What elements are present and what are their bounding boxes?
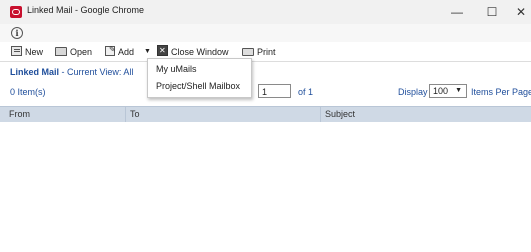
add-dropdown-arrow-icon[interactable]: ▼ <box>144 45 151 59</box>
close-window-button[interactable]: Close Window <box>157 44 229 59</box>
add-label: Add <box>118 47 135 57</box>
maximize-button[interactable]: ☐ <box>482 3 502 21</box>
items-per-page-value: 100 <box>433 86 449 96</box>
page-heading: Linked Mail - Current View: All <box>10 67 133 77</box>
add-button[interactable]: Add <box>105 43 135 59</box>
window-title: Linked Mail - Google Chrome <box>27 5 145 15</box>
new-button[interactable]: New <box>11 45 43 59</box>
menu-item-project-shell-mailbox[interactable]: Project/Shell Mailbox <box>156 79 240 93</box>
print-button[interactable]: Print <box>242 45 276 59</box>
add-document-icon <box>105 43 116 57</box>
new-document-icon <box>11 46 22 56</box>
close-window-icon <box>157 44 168 58</box>
close-window-label: Close Window <box>171 47 229 57</box>
minimize-button[interactable]: — <box>447 3 467 21</box>
open-button[interactable]: Open <box>55 45 92 59</box>
close-window-x-button[interactable]: ✕ <box>511 3 531 21</box>
grid-body <box>0 122 531 252</box>
printer-icon <box>242 48 254 56</box>
column-header-from[interactable]: From <box>5 107 125 122</box>
page-title: Linked Mail <box>10 67 60 77</box>
items-per-page-select[interactable]: 100 ▼ <box>429 84 467 98</box>
menu-item-my-umails[interactable]: My uMails <box>156 62 197 76</box>
add-dropdown-menu: My uMails Project/Shell Mailbox <box>147 58 252 98</box>
column-header-to[interactable]: To <box>125 107 320 122</box>
new-label: New <box>25 47 44 57</box>
page-number-input[interactable]: 1 <box>258 84 291 98</box>
print-label: Print <box>257 47 276 57</box>
window-titlebar: Linked Mail - Google Chrome — ☐ ✕ <box>0 0 531 24</box>
chevron-down-icon: ▼ <box>455 87 462 94</box>
column-header-subject[interactable]: Subject <box>320 107 531 122</box>
folder-open-icon <box>55 47 67 56</box>
toolbar: New Open Add ▼ Close Window Print <box>0 42 531 62</box>
app-icon <box>10 6 22 18</box>
item-count: 0 Item(s) <box>10 87 46 97</box>
info-bar: i <box>0 24 531 42</box>
info-icon[interactable]: i <box>11 27 23 39</box>
open-label: Open <box>70 47 93 57</box>
current-view-label: - Current View: All <box>59 67 134 77</box>
display-label: Display <box>398 87 428 97</box>
page-total-label: of 1 <box>298 87 314 97</box>
items-per-page-label: Items Per Page <box>471 87 531 97</box>
grid-header: From To Subject <box>0 106 531 123</box>
